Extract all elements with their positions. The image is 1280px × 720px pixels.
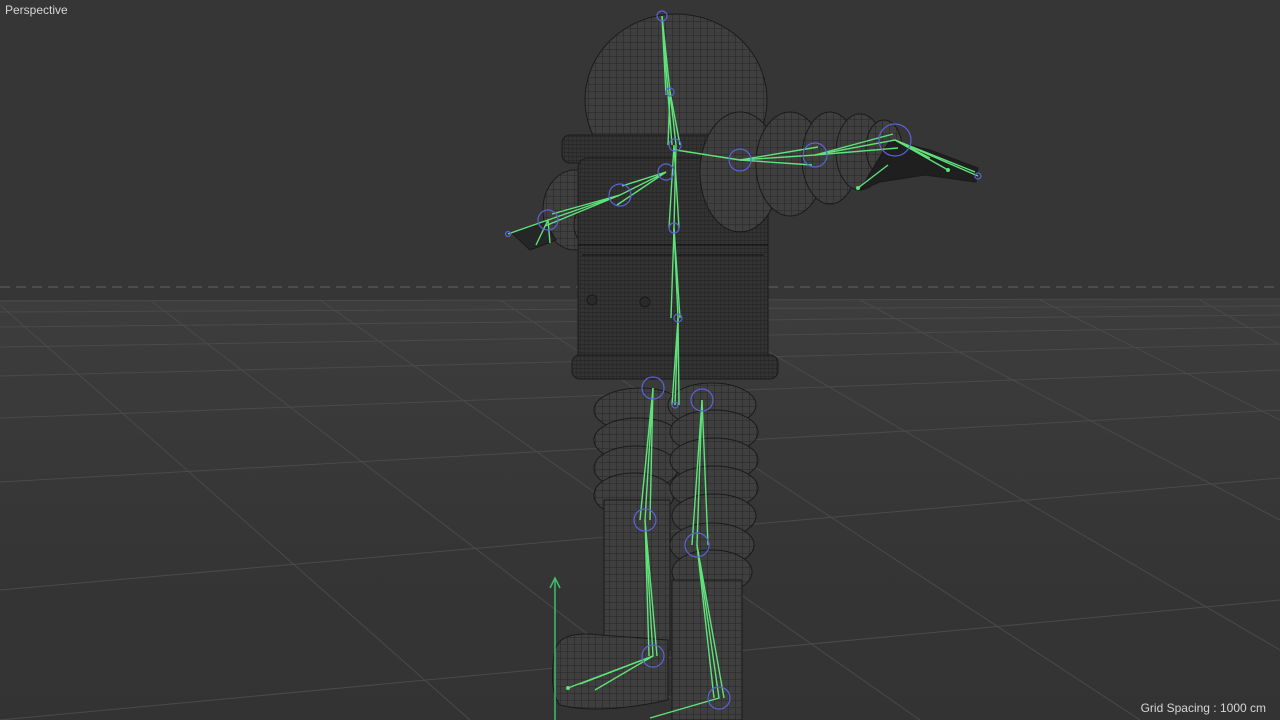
character-mesh[interactable] xyxy=(511,13,979,720)
right-leg-mesh xyxy=(667,382,759,720)
3d-viewport[interactable]: Perspective Grid Spacing : 1000 cm xyxy=(0,0,1280,720)
left-leg-mesh xyxy=(551,387,687,710)
scene-canvas[interactable] xyxy=(0,0,1280,720)
view-name-label[interactable]: Perspective xyxy=(5,3,68,17)
right-arm-mesh xyxy=(699,111,979,233)
grid-spacing-label: Grid Spacing : 1000 cm xyxy=(1140,701,1266,715)
